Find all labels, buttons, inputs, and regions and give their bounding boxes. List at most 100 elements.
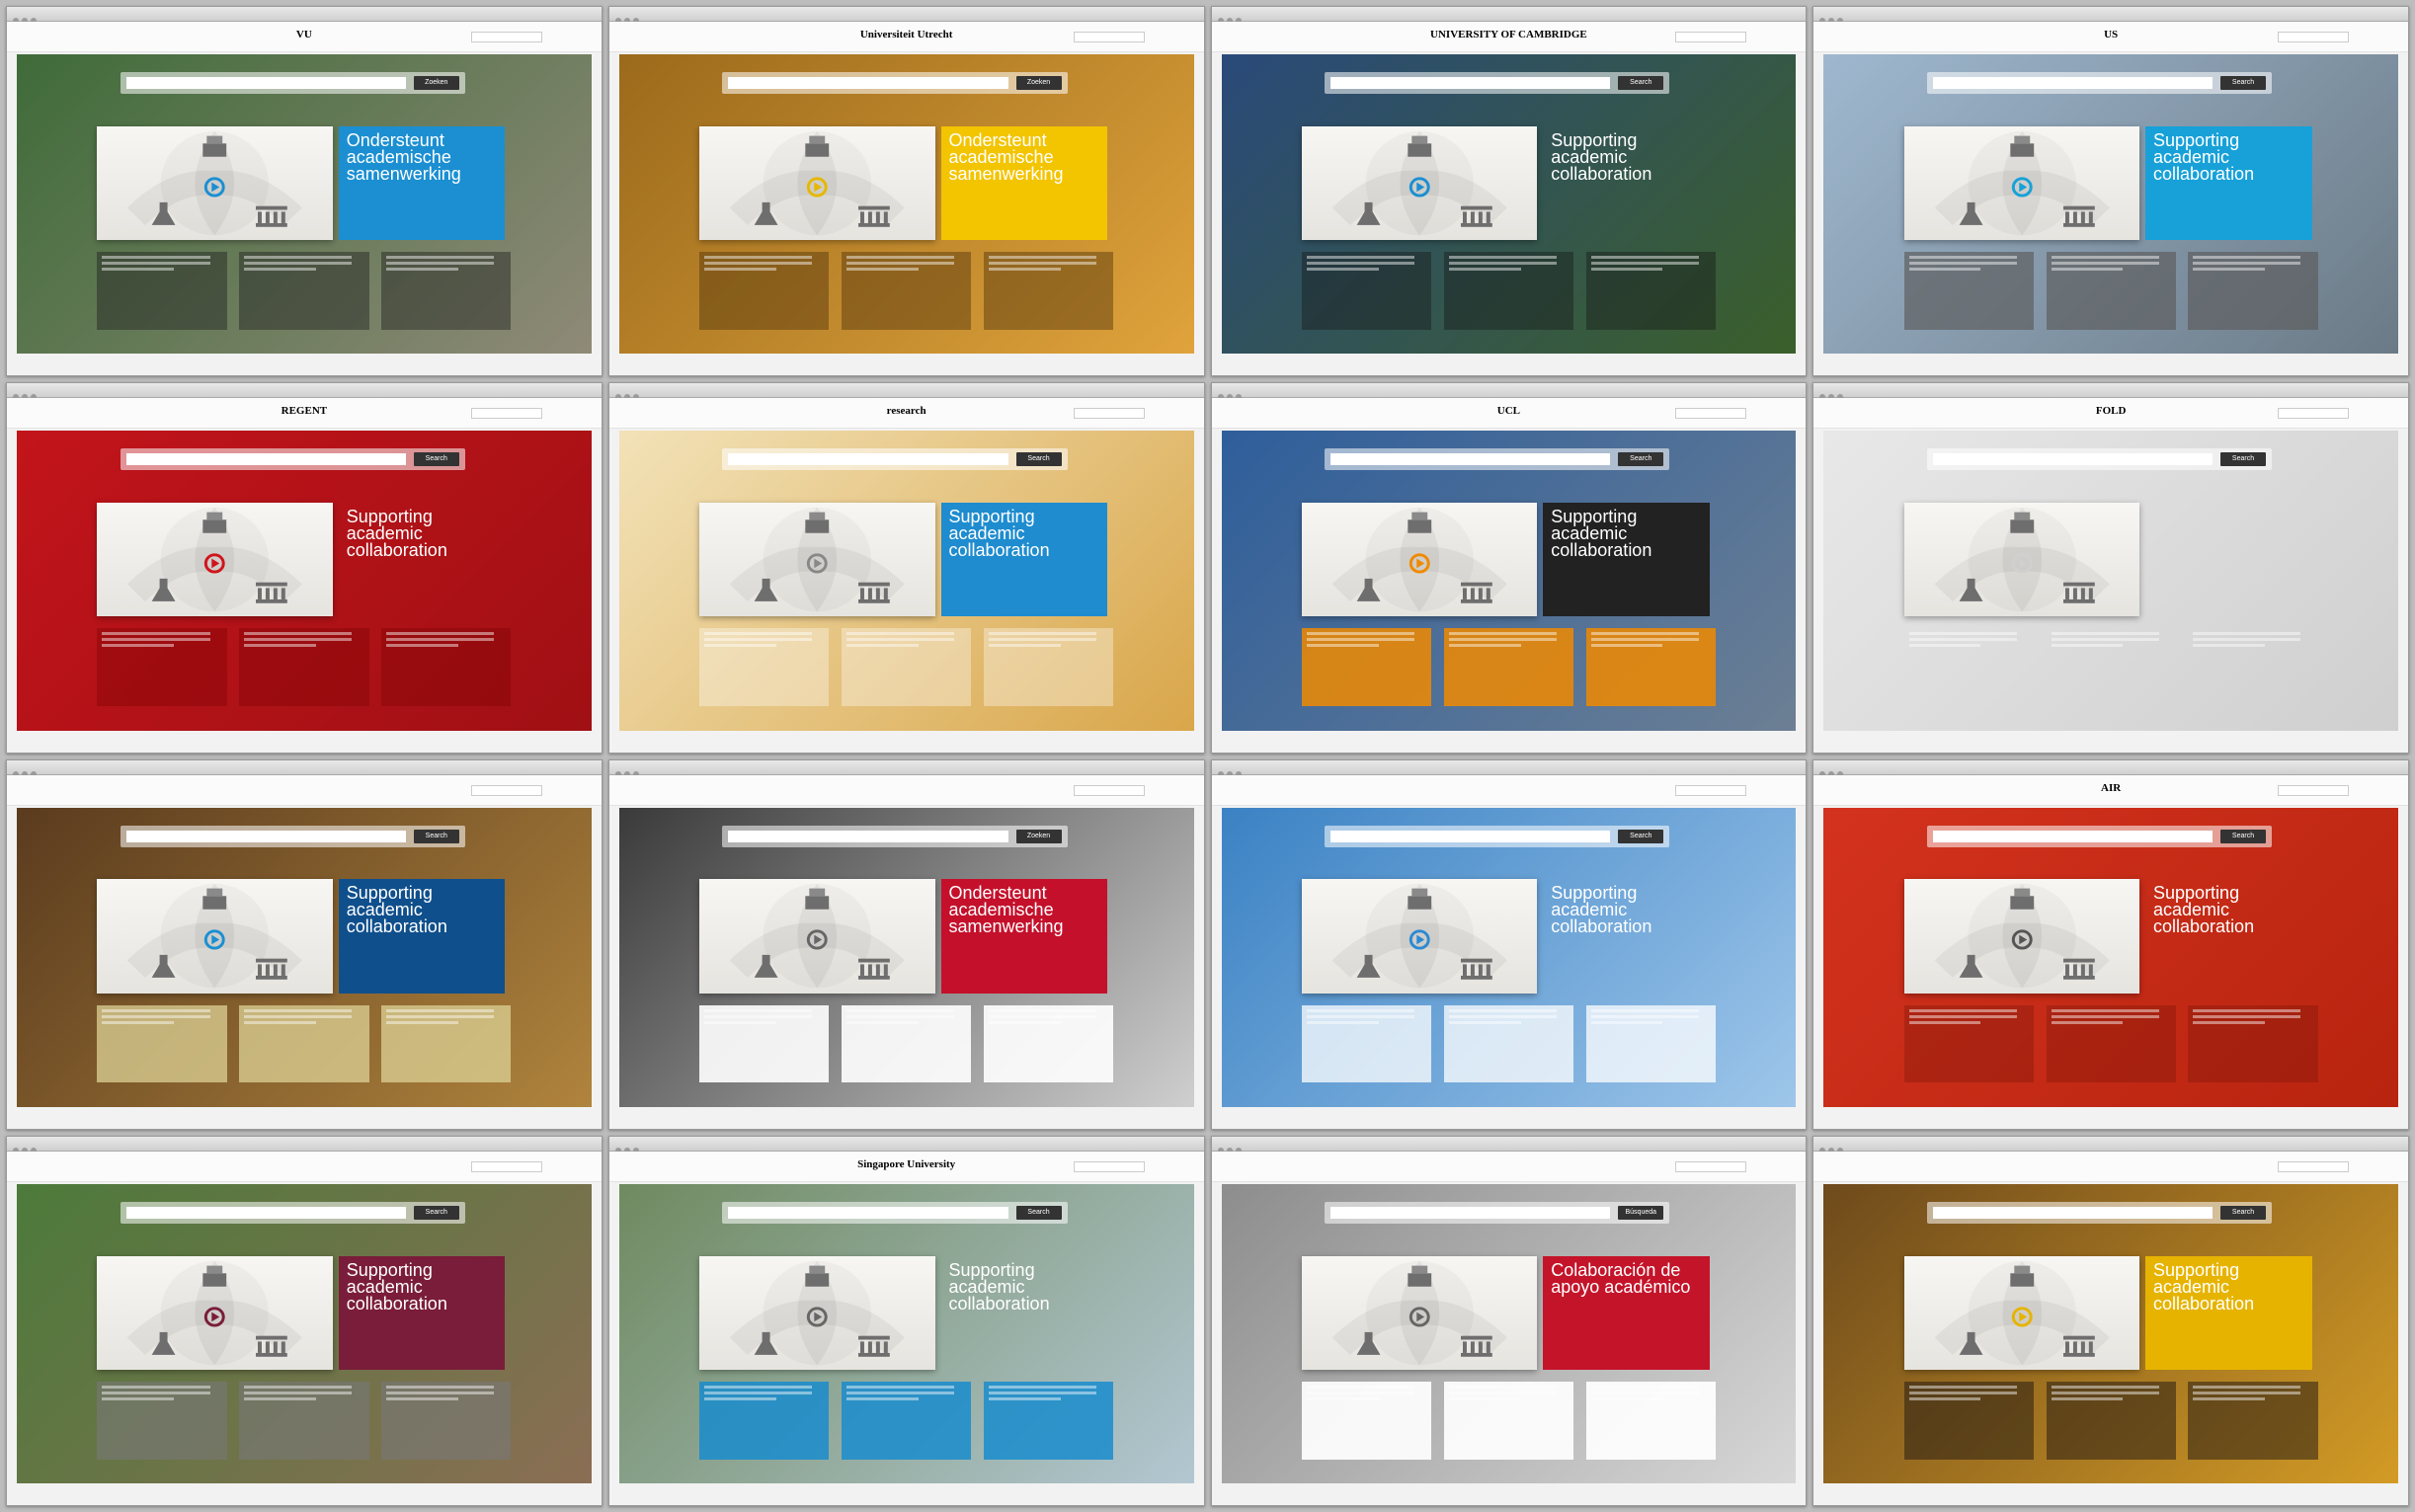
site-logo[interactable]: research bbox=[887, 405, 926, 417]
site-logo[interactable]: VU bbox=[296, 29, 312, 40]
search-button[interactable]: Search bbox=[413, 452, 459, 467]
header-search-input[interactable] bbox=[1073, 1160, 1145, 1172]
window-controls[interactable] bbox=[13, 11, 42, 24]
feature-card[interactable] bbox=[97, 1381, 227, 1460]
feature-card[interactable] bbox=[699, 628, 830, 707]
feature-card[interactable] bbox=[2188, 1004, 2318, 1083]
feature-card[interactable] bbox=[983, 628, 1114, 707]
search-button[interactable]: Search bbox=[2220, 452, 2266, 467]
search-input[interactable] bbox=[1330, 1206, 1611, 1219]
feature-card[interactable] bbox=[381, 628, 512, 707]
feature-card[interactable] bbox=[1585, 252, 1716, 330]
search-input[interactable] bbox=[728, 1206, 1008, 1219]
feature-card[interactable] bbox=[1903, 1381, 2034, 1460]
search-button[interactable]: Zoeken bbox=[413, 76, 459, 91]
window-controls[interactable] bbox=[1217, 1141, 1248, 1154]
feature-card[interactable] bbox=[2188, 252, 2318, 330]
window-controls[interactable] bbox=[13, 764, 42, 777]
search-input[interactable] bbox=[125, 453, 406, 466]
feature-card[interactable] bbox=[1903, 252, 2034, 330]
search-button[interactable]: Zoeken bbox=[1015, 829, 1062, 843]
feature-card[interactable] bbox=[2046, 1381, 2176, 1460]
search-input[interactable] bbox=[1330, 77, 1611, 90]
header-search-input[interactable] bbox=[470, 1160, 542, 1172]
header-search-input[interactable] bbox=[470, 408, 542, 420]
feature-card[interactable] bbox=[239, 1004, 369, 1083]
window-controls[interactable] bbox=[13, 387, 42, 401]
window-controls[interactable] bbox=[614, 764, 645, 777]
window-controls[interactable] bbox=[1819, 387, 1849, 401]
feature-card[interactable] bbox=[381, 1004, 512, 1083]
search-input[interactable] bbox=[1932, 1206, 2213, 1219]
feature-card[interactable] bbox=[699, 252, 830, 330]
feature-card[interactable] bbox=[983, 252, 1114, 330]
search-input[interactable] bbox=[1330, 830, 1611, 842]
search-input[interactable] bbox=[728, 77, 1008, 90]
feature-card[interactable] bbox=[983, 1381, 1114, 1460]
window-controls[interactable] bbox=[1819, 764, 1849, 777]
window-controls[interactable] bbox=[1217, 11, 1248, 24]
feature-card[interactable] bbox=[1301, 628, 1432, 707]
search-input[interactable] bbox=[728, 830, 1008, 842]
header-search-input[interactable] bbox=[2278, 784, 2349, 796]
search-input[interactable] bbox=[1330, 453, 1611, 466]
feature-card[interactable] bbox=[2188, 628, 2317, 706]
feature-card[interactable] bbox=[1301, 1381, 1432, 1460]
feature-card[interactable] bbox=[2046, 252, 2176, 330]
feature-card[interactable] bbox=[2047, 628, 2176, 706]
feature-card[interactable] bbox=[239, 628, 369, 707]
header-search-input[interactable] bbox=[1675, 784, 1747, 796]
search-input[interactable] bbox=[125, 830, 406, 842]
site-logo[interactable]: FOLD bbox=[2096, 405, 2127, 417]
header-search-input[interactable] bbox=[1073, 784, 1145, 796]
feature-card[interactable] bbox=[1443, 1004, 1573, 1083]
header-search-input[interactable] bbox=[2278, 32, 2349, 42]
header-search-input[interactable] bbox=[1073, 408, 1145, 420]
window-controls[interactable] bbox=[614, 387, 645, 401]
search-button[interactable]: Search bbox=[1015, 1205, 1062, 1220]
feature-card[interactable] bbox=[1585, 628, 1716, 707]
search-button[interactable]: Search bbox=[1015, 452, 1062, 467]
site-logo[interactable]: UCL bbox=[1497, 405, 1520, 417]
search-input[interactable] bbox=[728, 453, 1008, 466]
feature-card[interactable] bbox=[983, 1004, 1114, 1083]
search-input[interactable] bbox=[1932, 453, 2213, 466]
feature-card[interactable] bbox=[842, 1381, 972, 1460]
search-button[interactable]: Search bbox=[1618, 452, 1664, 467]
window-controls[interactable] bbox=[1217, 764, 1248, 777]
feature-card[interactable] bbox=[381, 252, 512, 330]
feature-card[interactable] bbox=[97, 628, 227, 707]
window-controls[interactable] bbox=[13, 1141, 42, 1154]
header-search-input[interactable] bbox=[2278, 1160, 2349, 1172]
header-search-input[interactable] bbox=[1073, 32, 1145, 42]
feature-card[interactable] bbox=[842, 628, 972, 707]
feature-card[interactable] bbox=[1903, 1004, 2034, 1083]
site-logo[interactable]: UNIVERSITY OF CAMBRIDGE bbox=[1430, 29, 1587, 40]
feature-card[interactable] bbox=[1301, 252, 1432, 330]
feature-card[interactable] bbox=[842, 1004, 972, 1083]
site-logo[interactable]: AIR bbox=[2101, 782, 2121, 794]
search-input[interactable] bbox=[1932, 830, 2213, 842]
feature-card[interactable] bbox=[2046, 1004, 2176, 1083]
window-controls[interactable] bbox=[1819, 11, 1849, 24]
feature-card[interactable] bbox=[381, 1381, 512, 1460]
header-search-input[interactable] bbox=[1675, 32, 1747, 42]
header-search-input[interactable] bbox=[470, 784, 542, 796]
search-input[interactable] bbox=[125, 1206, 406, 1219]
feature-card[interactable] bbox=[239, 252, 369, 330]
feature-card[interactable] bbox=[1585, 1004, 1716, 1083]
header-search-input[interactable] bbox=[470, 32, 542, 42]
feature-card[interactable] bbox=[842, 252, 972, 330]
window-controls[interactable] bbox=[614, 11, 645, 24]
search-button[interactable]: Zoeken bbox=[1015, 76, 1062, 91]
window-controls[interactable] bbox=[1217, 387, 1248, 401]
feature-card[interactable] bbox=[239, 1381, 369, 1460]
window-controls[interactable] bbox=[614, 1141, 645, 1154]
window-controls[interactable] bbox=[1819, 1141, 1849, 1154]
header-search-input[interactable] bbox=[1675, 1160, 1747, 1172]
feature-card[interactable] bbox=[1904, 628, 2034, 706]
search-button[interactable]: Search bbox=[413, 1205, 459, 1220]
feature-card[interactable] bbox=[1443, 1381, 1573, 1460]
search-button[interactable]: Search bbox=[2220, 829, 2266, 843]
search-button[interactable]: Búsqueda bbox=[1618, 1205, 1664, 1220]
